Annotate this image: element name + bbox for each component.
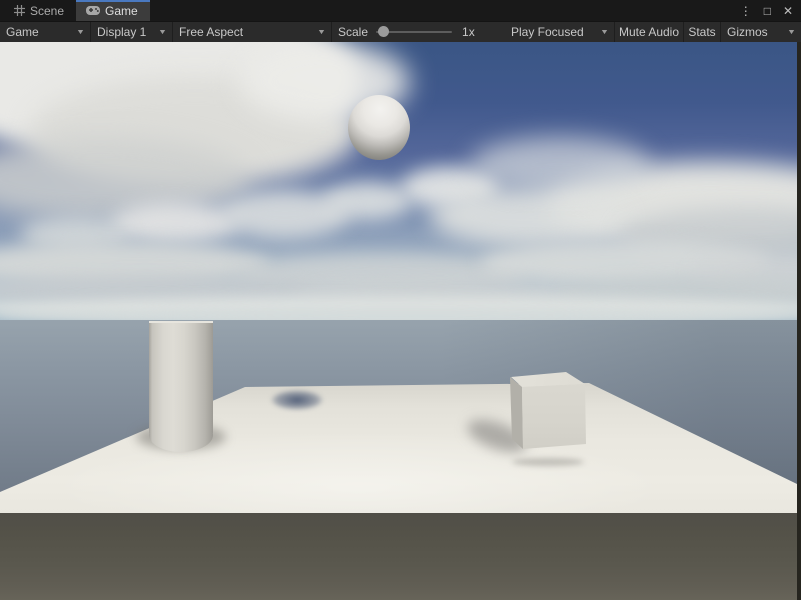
stats-button[interactable]: Stats xyxy=(684,22,721,42)
cloud xyxy=(470,137,650,192)
play-focused-label: Play Focused xyxy=(511,25,584,39)
cylinder-object xyxy=(149,321,213,433)
mute-audio-label: Mute Audio xyxy=(619,25,679,39)
cloud xyxy=(0,308,797,320)
chevron-down-icon: ▼ xyxy=(787,29,796,36)
maximize-icon[interactable]: □ xyxy=(764,5,771,17)
chevron-down-icon: ▼ xyxy=(76,29,85,36)
scale-slider-knob[interactable] xyxy=(378,26,389,37)
game-mode-label: Game xyxy=(6,25,39,39)
sky xyxy=(0,42,797,320)
viewport-right-edge xyxy=(797,42,801,600)
play-focused-dropdown[interactable]: Play Focused ▼ xyxy=(505,22,615,42)
tab-bar: Scene Game ⋮ □ ✕ xyxy=(0,0,801,22)
chevron-down-icon: ▼ xyxy=(317,29,326,36)
display-label: Display 1 xyxy=(97,25,146,39)
tab-scene[interactable]: Scene xyxy=(4,0,76,21)
display-dropdown[interactable]: Display 1 ▼ xyxy=(91,22,173,42)
chevron-down-icon: ▼ xyxy=(158,29,167,36)
window-controls: ⋮ □ ✕ xyxy=(740,0,801,21)
cloud xyxy=(430,187,630,247)
grid-icon xyxy=(14,5,25,16)
gizmos-dropdown[interactable]: Gizmos ▼ xyxy=(721,22,801,42)
sphere-shadow xyxy=(271,390,323,410)
game-viewport[interactable] xyxy=(0,42,797,600)
tab-scene-label: Scene xyxy=(30,4,64,18)
stats-label: Stats xyxy=(688,25,715,39)
close-icon[interactable]: ✕ xyxy=(783,5,793,17)
gizmos-label: Gizmos xyxy=(727,25,768,39)
cloud xyxy=(220,190,350,238)
tab-game[interactable]: Game xyxy=(76,0,150,21)
aspect-ratio-dropdown[interactable]: Free Aspect ▼ xyxy=(173,22,332,42)
mute-audio-button[interactable]: Mute Audio xyxy=(615,22,684,42)
scale-slider[interactable] xyxy=(376,22,452,42)
tab-game-label: Game xyxy=(105,4,138,18)
scale-control: Scale 1x xyxy=(332,22,505,42)
game-mode-dropdown[interactable]: Game ▼ xyxy=(0,22,91,42)
unity-game-window: Scene Game ⋮ □ ✕ Game ▼ Display 1 ▼ Free… xyxy=(0,0,801,600)
scale-value: 1x xyxy=(462,25,475,39)
chevron-down-icon: ▼ xyxy=(600,29,609,36)
cube-object xyxy=(505,368,600,463)
foreground-ground xyxy=(0,513,797,600)
sphere-object xyxy=(348,95,410,160)
gamepad-icon xyxy=(86,6,100,15)
menu-icon[interactable]: ⋮ xyxy=(740,5,752,17)
game-view-toolbar: Game ▼ Display 1 ▼ Free Aspect ▼ Scale 1… xyxy=(0,22,801,43)
scale-label: Scale xyxy=(338,25,368,39)
aspect-label: Free Aspect xyxy=(179,25,243,39)
